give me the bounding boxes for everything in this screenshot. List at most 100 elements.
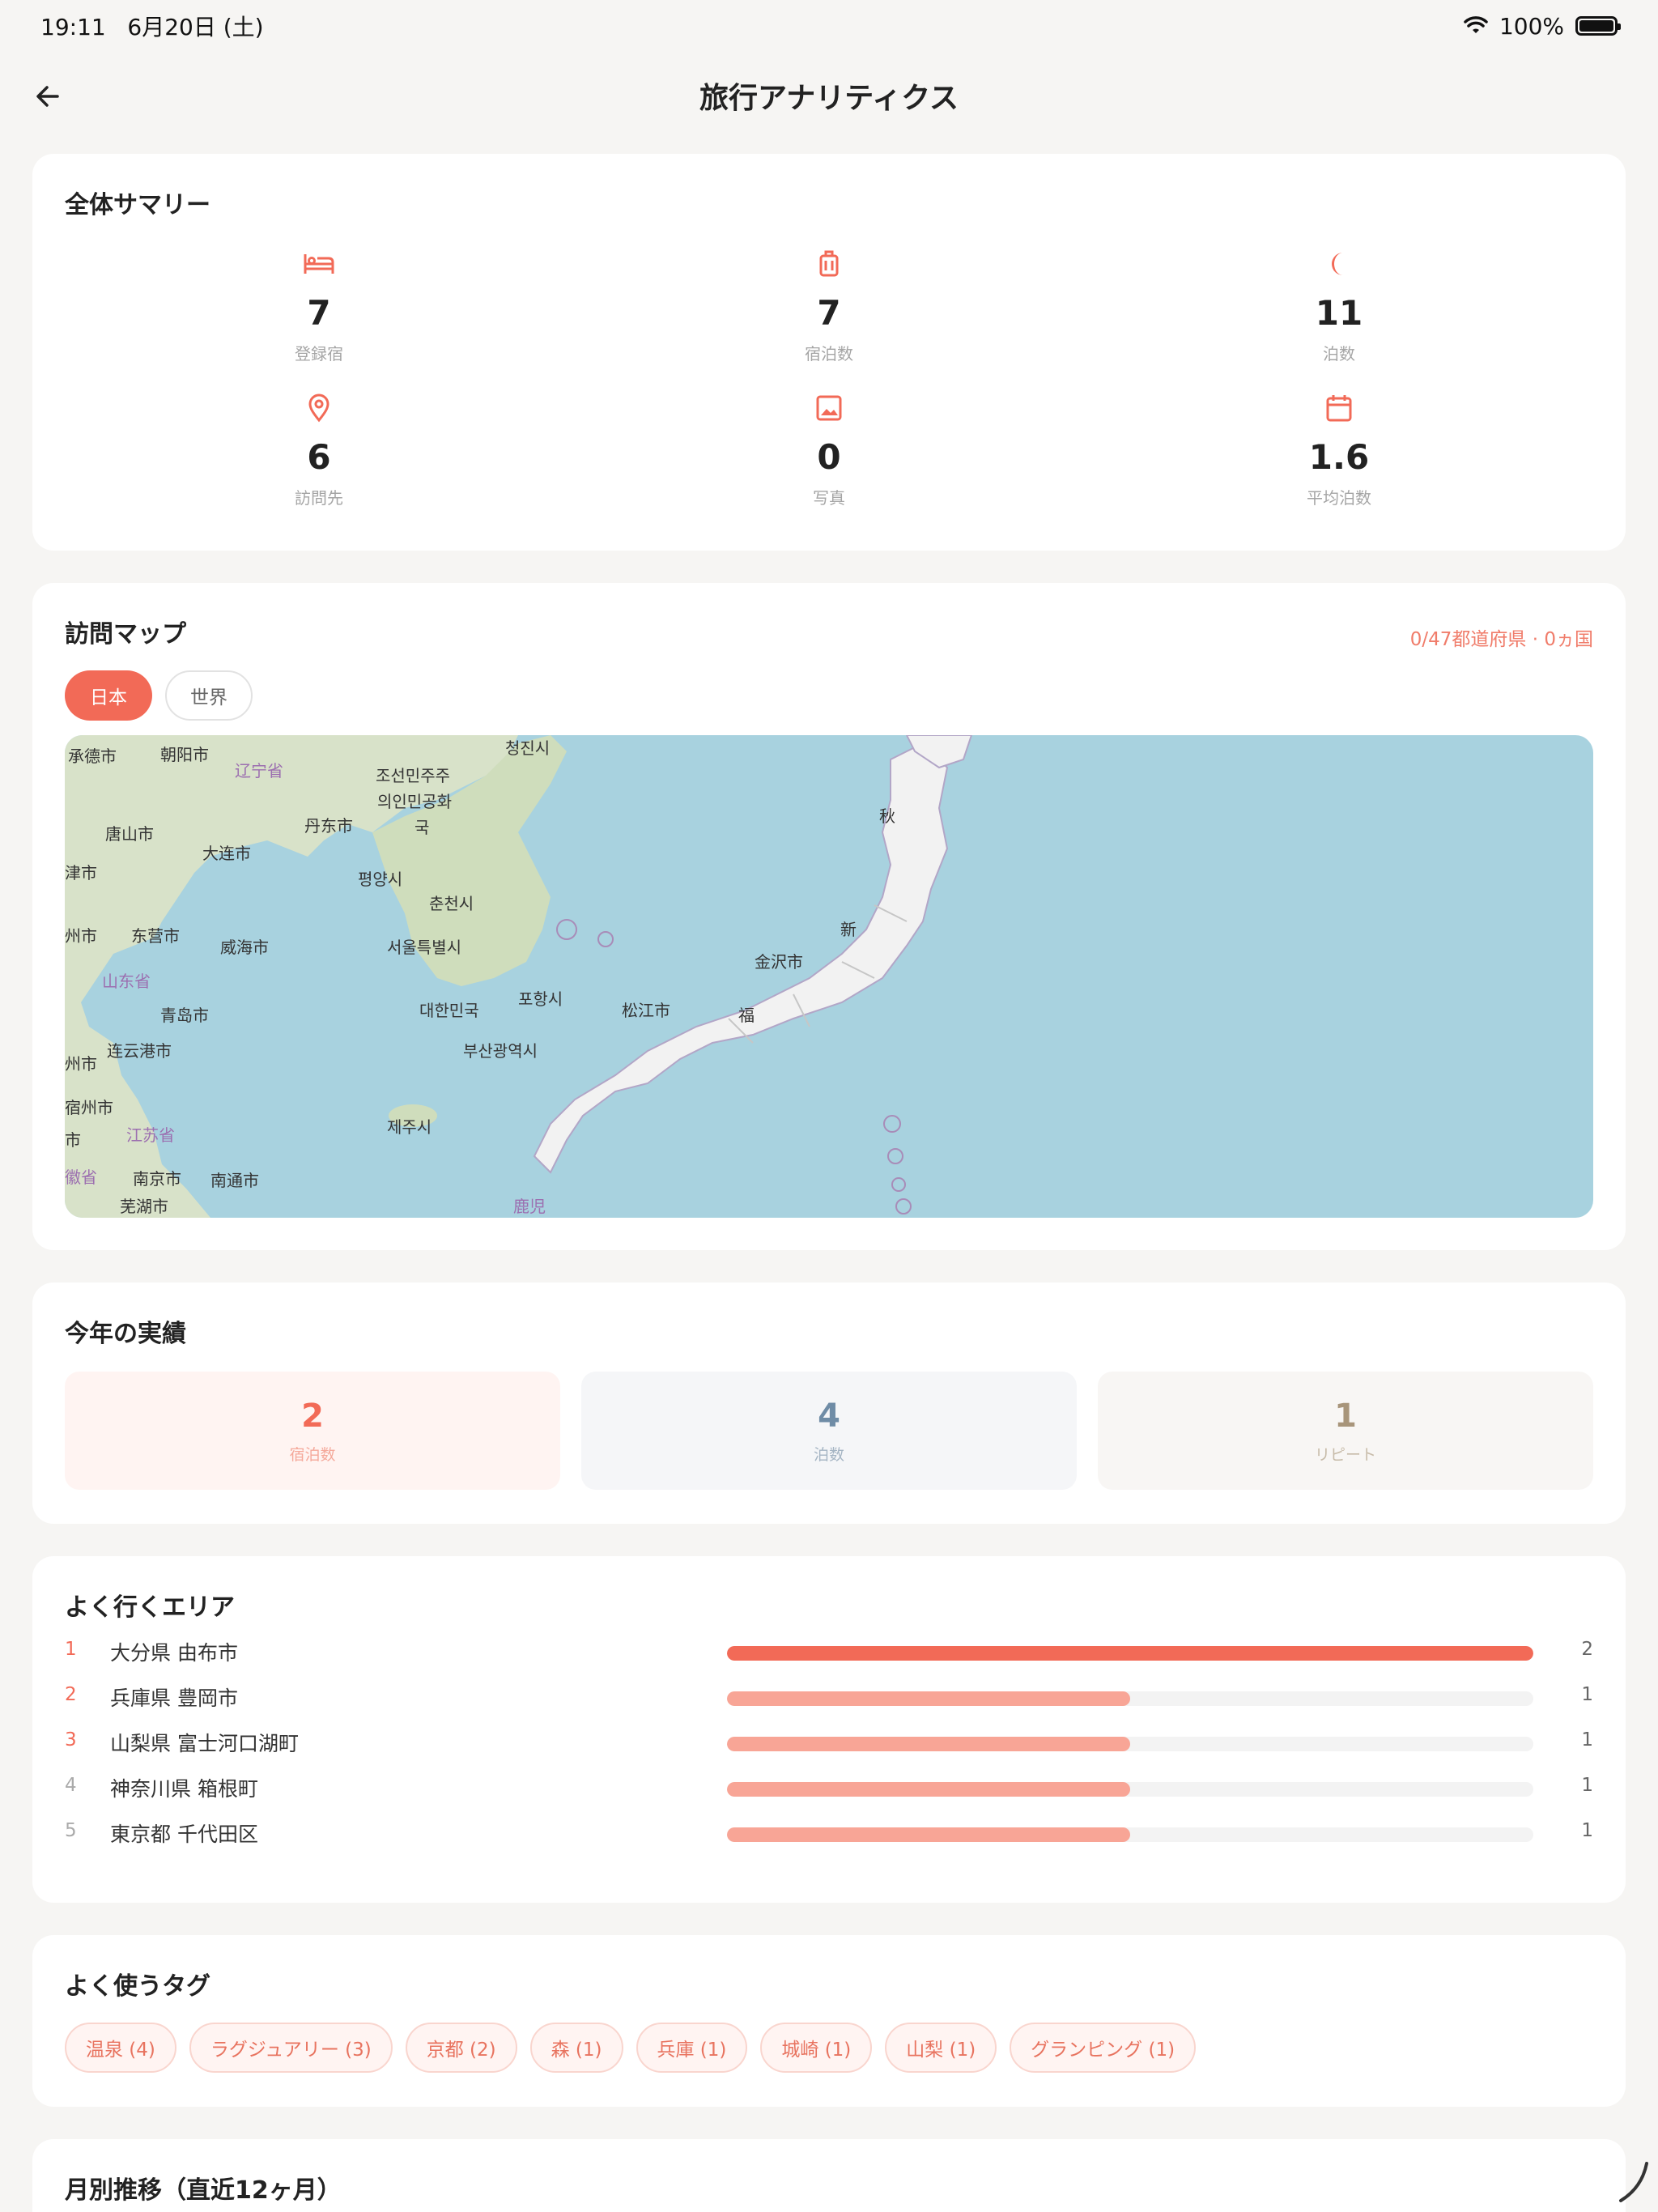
frequent-tags-card: よく使うタグ 温泉 (4) ラグジュアリー (3) 京都 (2) 森 (1) 兵庫 (1…	[32, 1935, 1626, 2107]
area-bar-fill	[727, 1691, 1130, 1706]
tag-chip[interactable]: 京都 (2)	[405, 2023, 517, 2073]
tag-chip[interactable]: 兵庫 (1)	[636, 2023, 748, 2073]
stat-destinations: 6 訪問先	[157, 392, 481, 508]
map-label: 大连市	[202, 844, 251, 863]
map-label: 제주시	[387, 1117, 432, 1137]
area-bar-fill	[727, 1646, 1533, 1661]
map-label: 국	[414, 818, 430, 837]
map-label: 徽省	[65, 1168, 97, 1187]
tag-chip[interactable]: グランピング (1)	[1010, 2023, 1197, 2073]
map-label: 포항시	[518, 989, 563, 1009]
map-label: 鹿児	[513, 1197, 546, 1216]
area-bar-fill	[727, 1827, 1130, 1842]
map-label: 辽宁省	[235, 761, 283, 781]
stat-label: 平均泊数	[1307, 488, 1371, 508]
map-label: 新	[840, 920, 857, 939]
map-view[interactable]: 承德市 朝阳市 辽宁省 조선민주주 의인민공화 국 丹东市 唐山市 大连市 津市…	[65, 735, 1593, 1218]
tag-list: 温泉 (4) ラグジュアリー (3) 京都 (2) 森 (1) 兵庫 (1) 城崎 (1)…	[65, 2023, 1197, 2073]
tag-chip[interactable]: 温泉 (4)	[65, 2023, 176, 2073]
area-rank: 2	[65, 1684, 77, 1705]
area-row: 5 東京都 千代田区 1	[65, 1815, 1593, 1848]
area-bar-track	[727, 1646, 1533, 1661]
map-label: 承德市	[68, 747, 117, 766]
stat-label: 写真	[813, 488, 845, 508]
status-right: 100%	[1464, 12, 1621, 40]
visit-map-card: 訪問マップ 0/47都道府県 · 0ヵ国 日本 世界 承德市 朝阳市 辽宁省 조…	[32, 583, 1626, 1250]
map-label: 江苏省	[126, 1125, 175, 1145]
location-pin-icon	[303, 392, 335, 424]
map-label: 宿州市	[65, 1098, 113, 1117]
wifi-icon	[1464, 16, 1488, 33]
tag-chip[interactable]: 城崎 (1)	[760, 2023, 873, 2073]
map-label: 福	[738, 1006, 755, 1025]
map-label: 威海市	[220, 938, 269, 957]
tab-world[interactable]: 世界	[165, 670, 253, 721]
tag-chip[interactable]: ラグジュアリー (3)	[189, 2023, 393, 2073]
nav-header: 旅行アナリティクス	[0, 65, 1658, 126]
area-bar-fill	[727, 1782, 1130, 1797]
monthly-trend-card: 月別推移（直近12ヶ月）	[32, 2139, 1626, 2212]
year-repeat: 1 リピート	[1098, 1372, 1593, 1490]
year-nights-label: 泊数	[813, 1445, 844, 1464]
area-bar-track	[727, 1827, 1533, 1842]
stat-value: 7	[307, 293, 331, 333]
area-bar-track	[727, 1737, 1533, 1751]
stat-value: 1.6	[1308, 437, 1370, 477]
area-count: 1	[1581, 1729, 1593, 1750]
area-bar-fill	[727, 1737, 1130, 1751]
scroll-indicator-icon	[1619, 2162, 1648, 2202]
map-label: 부산광역시	[463, 1041, 538, 1061]
arrow-left-icon	[36, 86, 59, 107]
tag-chip[interactable]: 森 (1)	[529, 2023, 623, 2073]
battery-percent: 100%	[1499, 12, 1564, 40]
summary-card: 全体サマリー 7 登録宿 7 宿泊数 11 泊数 6 訪問先 0 写真 1.6 …	[32, 154, 1626, 551]
map-label: 평양시	[358, 870, 403, 889]
map-label: 金沢市	[755, 952, 803, 972]
area-name: 大分県 由布市	[110, 1641, 238, 1665]
map-label: 춘천시	[429, 894, 474, 913]
stat-photos: 0 写真	[667, 392, 991, 508]
year-nights: 4 泊数	[581, 1372, 1077, 1490]
stat-avg-nights: 1.6 平均泊数	[1177, 392, 1501, 508]
stat-label: 宿泊数	[805, 344, 853, 364]
stat-stays: 7 宿泊数	[667, 248, 991, 364]
map-label: 松江市	[622, 1001, 670, 1020]
map-label: 청진시	[505, 738, 551, 758]
area-row: 2 兵庫県 豊岡市 1	[65, 1679, 1593, 1712]
map-label: 조선민주주	[376, 766, 450, 785]
stat-value: 11	[1315, 293, 1363, 333]
stat-label: 登録宿	[295, 344, 343, 364]
area-name: 東京都 千代田区	[110, 1823, 258, 1846]
stat-nights: 11 泊数	[1177, 248, 1501, 364]
map-label: 市	[65, 1130, 81, 1150]
tab-japan[interactable]: 日本	[65, 670, 152, 721]
year-repeat-value: 1	[1334, 1397, 1357, 1435]
map-label: 대한민국	[419, 1001, 479, 1020]
map-label: 山东省	[102, 972, 151, 991]
stat-value: 7	[817, 293, 841, 333]
map-label: 青岛市	[160, 1006, 209, 1025]
moon-icon	[1323, 248, 1355, 280]
map-label: 南京市	[133, 1169, 181, 1189]
year-stays: 2 宿泊数	[65, 1372, 560, 1490]
status-time: 19:11	[40, 14, 106, 40]
map-label: 서울특별시	[387, 938, 461, 957]
area-row: 1 大分県 由布市 2	[65, 1634, 1593, 1666]
map-visit-count: 0/47都道府県 · 0ヵ国	[1409, 629, 1593, 650]
area-bar-track	[727, 1782, 1533, 1797]
tags-title: よく使うタグ	[65, 1972, 210, 2001]
back-button[interactable]	[28, 76, 68, 117]
area-rank: 4	[65, 1775, 77, 1796]
area-rank: 3	[65, 1729, 77, 1750]
map-label: 津市	[65, 863, 97, 883]
map-label: 东营市	[131, 926, 180, 946]
map-label: 의인민공화	[377, 792, 452, 811]
year-stays-value: 2	[301, 1397, 324, 1435]
area-name: 山梨県 富士河口湖町	[110, 1732, 299, 1755]
stat-value: 6	[307, 437, 331, 477]
area-row: 4 神奈川県 箱根町 1	[65, 1770, 1593, 1802]
map-label: 唐山市	[105, 824, 154, 844]
year-nights-value: 4	[818, 1397, 840, 1435]
area-count: 1	[1581, 1820, 1593, 1841]
tag-chip[interactable]: 山梨 (1)	[885, 2023, 997, 2073]
